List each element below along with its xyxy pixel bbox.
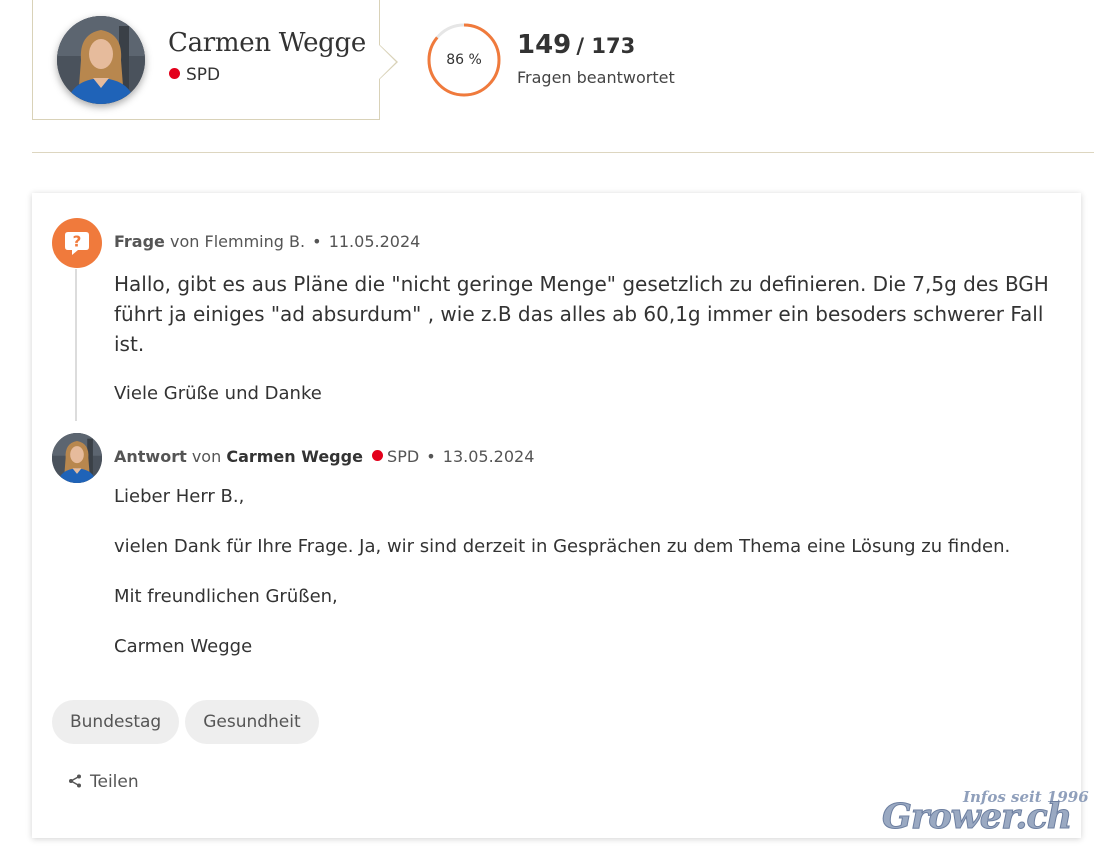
topic-tags: Bundestag Gesundheit <box>52 700 319 744</box>
question-paragraph: Viele Grüße und Danke <box>114 383 322 404</box>
question-meta: Frage von Flemming B. • 11.05.2024 <box>114 232 420 251</box>
answer-paragraph: vielen Dank für Ihre Frage. Ja, wir sind… <box>114 536 1011 557</box>
answer-party: SPD <box>387 447 420 466</box>
tag-gesundheit[interactable]: Gesundheit <box>185 700 319 744</box>
share-icon <box>69 774 81 788</box>
question-author: Flemming B. <box>204 232 306 251</box>
party-color-dot <box>169 68 180 79</box>
answered-count: 149 / 173 <box>517 30 635 60</box>
question-answer-card: ? Frage von Flemming B. • 11.05.2024 Hal… <box>32 193 1081 838</box>
meta-separator: • <box>312 232 322 251</box>
total-questions: / 173 <box>576 34 636 58</box>
answered-number: 149 <box>517 30 572 60</box>
answer-author[interactable]: Carmen Wegge <box>226 447 363 466</box>
answer-author-avatar[interactable] <box>52 433 102 483</box>
answer-party-dot <box>372 450 384 461</box>
politician-name[interactable]: Carmen Wegge <box>168 28 366 58</box>
question-text: Hallo, gibt es aus Pläne die "nicht geri… <box>114 269 1064 409</box>
watermark-logo: Infos seit 1996 Grower.ch <box>880 786 1092 846</box>
meta-separator: • <box>426 447 436 466</box>
party-info: SPD <box>169 65 220 85</box>
share-button[interactable]: Teilen <box>68 772 139 792</box>
svg-text:?: ? <box>73 233 82 251</box>
share-label: Teilen <box>90 772 139 792</box>
question-paragraph: Hallo, gibt es aus Pläne die "nicht geri… <box>114 272 1049 356</box>
answer-rate-percent: 86 % <box>446 52 482 68</box>
politician-card: Carmen Wegge SPD <box>32 0 398 120</box>
party-name: SPD <box>186 65 221 85</box>
answer-paragraph: Carmen Wegge <box>114 636 253 657</box>
answer-meta: Antwort von Carmen Wegge SPD • 13.05.202… <box>114 447 534 466</box>
politician-avatar[interactable] <box>57 16 145 104</box>
header-divider <box>32 152 1094 153</box>
tag-bundestag[interactable]: Bundestag <box>52 700 180 744</box>
question-bubble-icon: ? <box>52 218 102 268</box>
answer-text: Lieber Herr B., vielen Dank für Ihre Fra… <box>114 484 1064 684</box>
answered-label: Fragen beantwortet <box>517 68 675 87</box>
answer-paragraph: Mit freundlichen Grüßen, <box>114 586 338 607</box>
question-type-label: Frage <box>114 232 165 251</box>
answer-type-label: Antwort <box>114 447 187 466</box>
thread-line <box>75 269 77 421</box>
answer-paragraph: Lieber Herr B., <box>114 486 245 507</box>
watermark-text: Grower.ch <box>881 796 1072 838</box>
answer-date: 13.05.2024 <box>442 447 535 466</box>
question-date: 11.05.2024 <box>328 232 421 251</box>
answer-by-label: von <box>191 447 222 466</box>
question-by-label: von <box>170 232 200 251</box>
